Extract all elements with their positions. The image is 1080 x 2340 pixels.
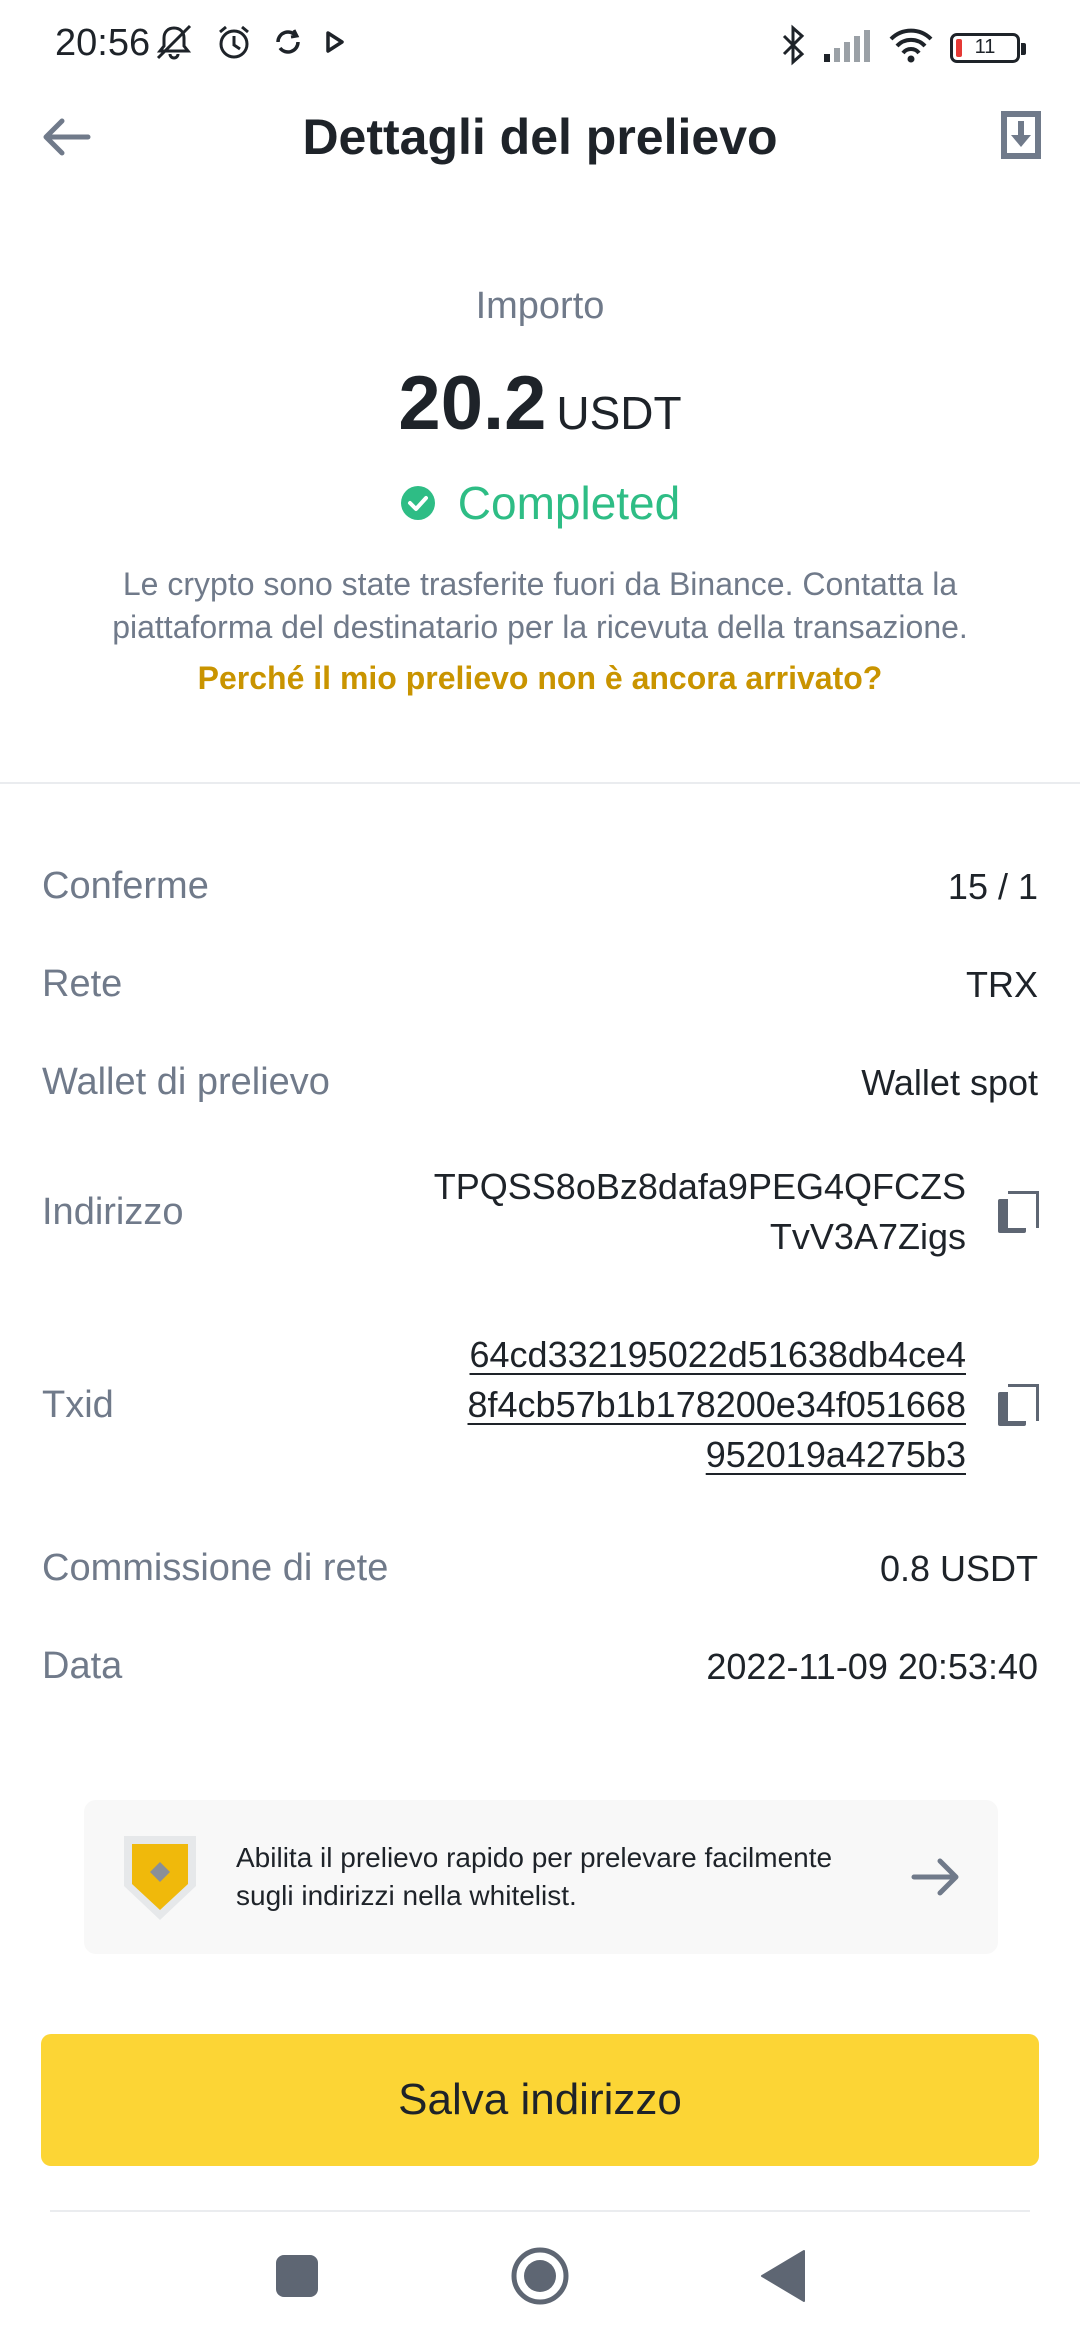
wifi-icon bbox=[888, 27, 934, 68]
copy-txid-button[interactable] bbox=[998, 1384, 1039, 1426]
amount-row: 20.2 USDT bbox=[0, 360, 1080, 447]
recents-button[interactable] bbox=[237, 2212, 357, 2340]
triangle-back-icon bbox=[761, 2250, 805, 2302]
txid-line: 952019a4275b3 bbox=[705, 1434, 966, 1475]
address-value: TPQSS8oBz8dafa9PEG4QFCZS TvV3A7Zigs bbox=[434, 1162, 966, 1262]
banner-text: Abilita il prelievo rapido per prelevare… bbox=[236, 1842, 833, 1911]
status-badge: Completed bbox=[0, 476, 1080, 530]
system-nav-bar bbox=[0, 2212, 1080, 2340]
transfer-info-text: Le crypto sono state trasferite fuori da… bbox=[112, 566, 968, 645]
amount-label: Importo bbox=[475, 285, 605, 327]
copy-address-button[interactable] bbox=[998, 1191, 1039, 1233]
confirmations-label: Conferme bbox=[42, 865, 209, 907]
address-value-group: TPQSS8oBz8dafa9PEG4QFCZS TvV3A7Zigs bbox=[434, 1162, 1039, 1262]
download-receipt-icon bbox=[1001, 111, 1041, 159]
page-header: Dettagli del prelievo bbox=[0, 92, 1080, 182]
wallet-value: Wallet spot bbox=[861, 1061, 1038, 1103]
detail-row-confirmations: Conferme 15 / 1 bbox=[42, 865, 1038, 908]
status-bar: 20:56 11 bbox=[0, 0, 1080, 92]
square-icon bbox=[276, 2255, 318, 2297]
txid-label: Txid bbox=[42, 1383, 114, 1426]
export-button[interactable] bbox=[990, 104, 1052, 166]
fee-value: 0.8 USDT bbox=[879, 1547, 1038, 1589]
network-label: Rete bbox=[42, 963, 123, 1005]
alarm-icon bbox=[214, 22, 254, 67]
page-title: Dettagli del prelievo bbox=[302, 109, 778, 165]
txid-value-group: 64cd332195022d51638db4ce4 8f4cb57b1b1782… bbox=[468, 1330, 1039, 1480]
date-label: Data bbox=[42, 1645, 123, 1687]
sync-icon bbox=[272, 26, 304, 63]
signal-icon bbox=[822, 28, 872, 67]
why-not-arrived-link[interactable]: Perché il mio prelievo non è ancora arri… bbox=[0, 660, 1080, 697]
detail-row-txid: Txid 64cd332195022d51638db4ce4 8f4cb57b1… bbox=[42, 1330, 1039, 1480]
section-divider bbox=[0, 782, 1080, 784]
date-value: 2022-11-09 20:53:40 bbox=[706, 1645, 1038, 1687]
amount-unit: USDT bbox=[556, 387, 682, 439]
detail-row-address: Indirizzo TPQSS8oBz8dafa9PEG4QFCZS TvV3A… bbox=[42, 1162, 1039, 1262]
circle-icon bbox=[511, 2247, 569, 2305]
mute-icon bbox=[152, 22, 196, 67]
status-text: Completed bbox=[457, 477, 681, 529]
save-address-button[interactable]: Salva indirizzo bbox=[41, 2034, 1039, 2166]
network-value: TRX bbox=[966, 963, 1038, 1005]
home-button[interactable] bbox=[480, 2212, 600, 2340]
address-label: Indirizzo bbox=[42, 1190, 184, 1233]
detail-row-wallet: Wallet di prelievo Wallet spot bbox=[42, 1061, 1038, 1104]
arrow-right-icon bbox=[911, 1858, 959, 1896]
battery-level: 11 bbox=[974, 36, 996, 58]
quick-withdrawal-banner[interactable]: Abilita il prelievo rapido per prelevare… bbox=[84, 1800, 998, 1954]
txid-line: 64cd332195022d51638db4ce4 bbox=[469, 1334, 967, 1375]
status-right-icons: 11 bbox=[780, 24, 1026, 71]
fee-label: Commissione di rete bbox=[42, 1547, 389, 1589]
detail-row-fee: Commissione di rete 0.8 USDT bbox=[42, 1547, 1038, 1590]
detail-row-network: Rete TRX bbox=[42, 963, 1038, 1006]
address-line: TvV3A7Zigs bbox=[769, 1216, 966, 1257]
address-line: TPQSS8oBz8dafa9PEG4QFCZS bbox=[433, 1166, 966, 1207]
system-back-button[interactable] bbox=[723, 2212, 843, 2340]
confirmations-value: 15 / 1 bbox=[947, 865, 1038, 907]
check-circle-icon bbox=[400, 486, 435, 520]
status-time: 20:56 bbox=[55, 22, 151, 64]
shield-icon bbox=[124, 1836, 196, 1920]
battery-icon: 11 bbox=[950, 32, 1026, 63]
detail-row-date: Data 2022-11-09 20:53:40 bbox=[42, 1645, 1038, 1688]
txid-link[interactable]: 64cd332195022d51638db4ce4 8f4cb57b1b1782… bbox=[468, 1330, 967, 1480]
txid-line: 8f4cb57b1b178200e34f051668 bbox=[467, 1384, 967, 1425]
amount-value: 20.2 bbox=[398, 361, 547, 446]
bluetooth-icon bbox=[780, 24, 806, 71]
wallet-label: Wallet di prelievo bbox=[42, 1061, 330, 1103]
play-icon bbox=[322, 29, 348, 60]
status-left-icons bbox=[152, 22, 348, 67]
